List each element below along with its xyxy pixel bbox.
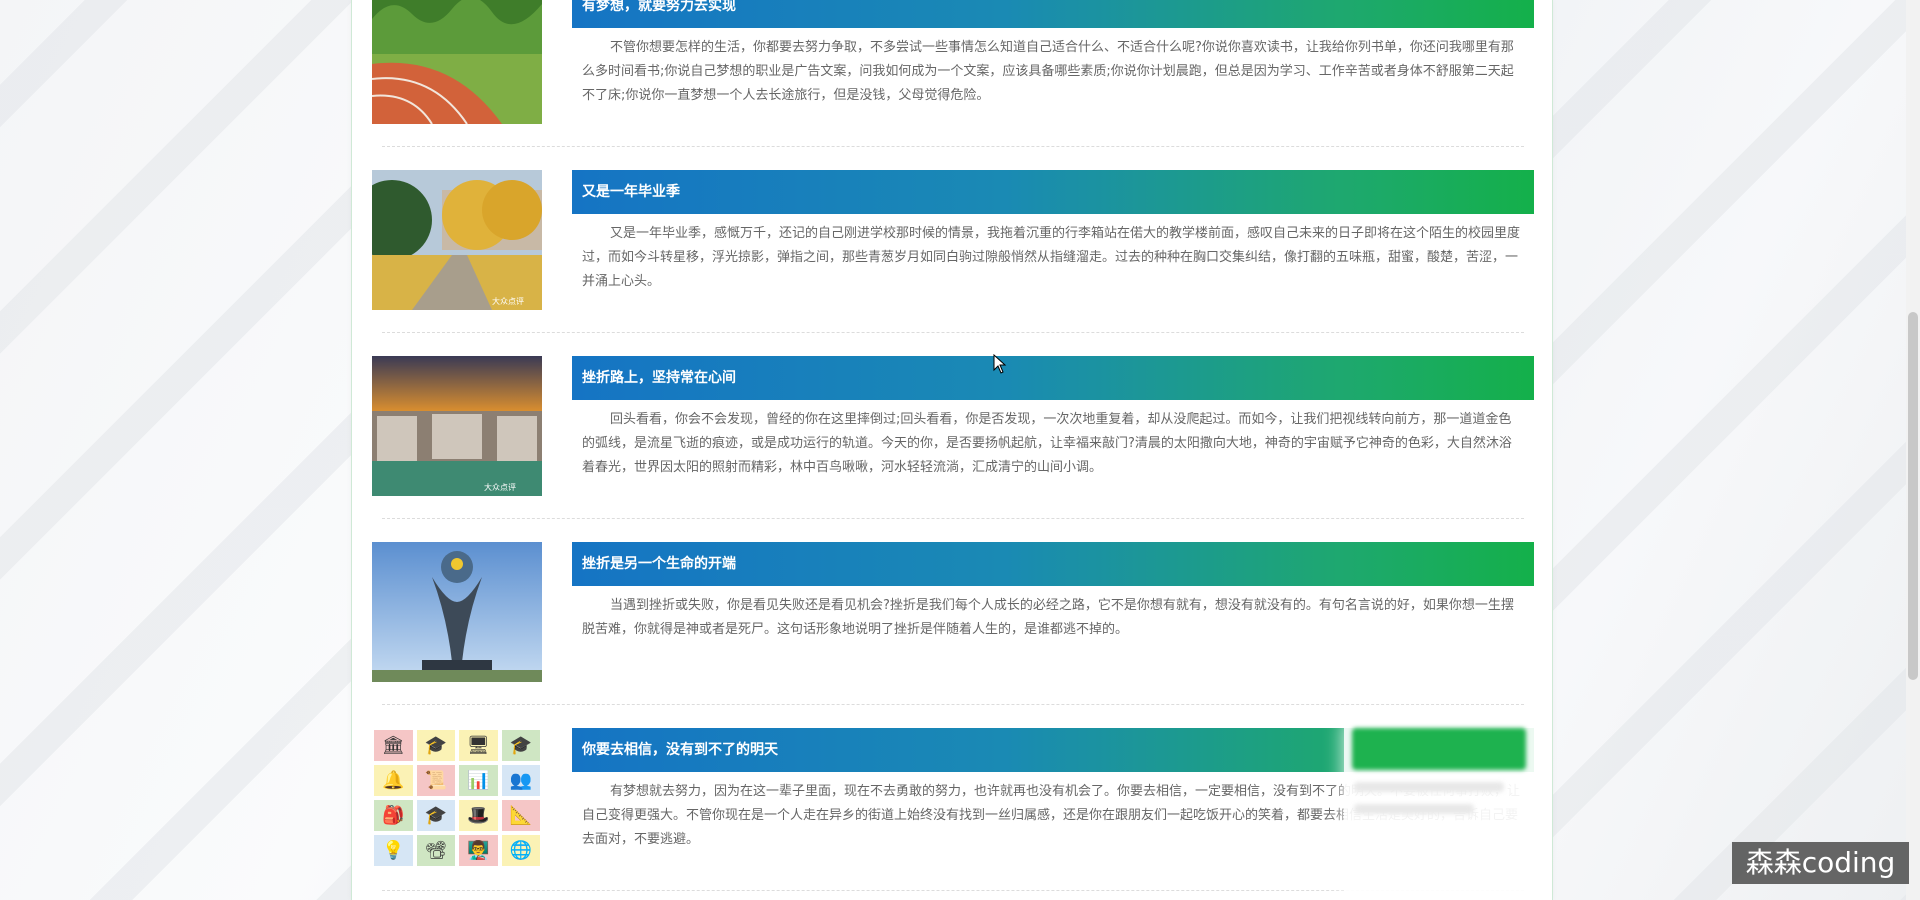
floating-popup[interactable] bbox=[1344, 720, 1534, 900]
article-summary: 回头看看，你会不会发现，曾经的你在这里摔倒过;回头看看，你是否发现，一次次地重复… bbox=[582, 412, 1512, 475]
students-icon: 👥 bbox=[501, 765, 540, 796]
popup-line bbox=[1354, 804, 1474, 814]
article-title[interactable]: 又是一年毕业季 bbox=[572, 170, 1534, 214]
teacher-icon: 👨‍🏫 bbox=[459, 835, 498, 866]
article-thumbnail[interactable] bbox=[372, 0, 542, 124]
photo-watermark: 大众点评 bbox=[484, 482, 516, 492]
campus-sunset-photo: 大众点评 bbox=[372, 356, 542, 496]
bell-icon: 🔔 bbox=[374, 765, 413, 796]
sculpture-photo bbox=[372, 542, 542, 682]
school-bag-icon: 🎒 bbox=[374, 800, 413, 831]
graduate-icon: 🎓 bbox=[501, 730, 540, 761]
presentation-icon: 🖥 bbox=[459, 730, 498, 761]
globe-icon: 🌐 bbox=[501, 835, 540, 866]
lamp-icon: 💡 bbox=[374, 835, 413, 866]
bank-icon: 🏛 bbox=[374, 730, 413, 761]
running-track-photo bbox=[372, 0, 542, 124]
cap-icon: 🎓 bbox=[416, 800, 455, 831]
article-summary: 不管你想要怎样的生活，你都要去努力争取，不多尝试一些事情怎么知道自己适合什么、不… bbox=[582, 40, 1514, 103]
article-item: 挫折是另一个生命的开端 当遇到挫折或失败，你是看见失败还是看见机会?挫折是我们每… bbox=[372, 542, 1534, 682]
article-thumbnail[interactable] bbox=[372, 542, 542, 682]
certificate-icon: 📜 bbox=[416, 765, 455, 796]
article-title[interactable]: 挫折路上，坚持常在心间 bbox=[572, 356, 1534, 400]
article-thumbnail[interactable]: 大众点评 bbox=[372, 170, 542, 310]
article-thumbnail[interactable]: 🏛 🎓 🖥 🎓 🔔 📜 📊 👥 🎒 🎓 🎩 📐 💡 📽 👨‍🏫 🌐 bbox=[372, 728, 542, 868]
popup-button[interactable] bbox=[1352, 728, 1526, 770]
article-divider bbox=[382, 518, 1524, 519]
chart-icon: 📊 bbox=[459, 765, 498, 796]
article-item: 大众点评 又是一年毕业季 又是一年毕业季，感慨万千，还记的自己刚进学校那时候的情… bbox=[372, 170, 1534, 310]
video-watermark: 森森coding bbox=[1732, 842, 1909, 884]
article-summary: 当遇到挫折或失败，你是看见失败还是看见机会?挫折是我们每个人成长的必经之路，它不… bbox=[582, 598, 1514, 637]
scrollbar-thumb[interactable] bbox=[1908, 312, 1918, 680]
article-title[interactable]: 挫折是另一个生命的开端 bbox=[572, 542, 1534, 586]
graduation-cap-icon: 🎓 bbox=[416, 730, 455, 761]
campus-autumn-photo: 大众点评 bbox=[372, 170, 542, 310]
projector-icon: 📽 bbox=[416, 835, 455, 866]
article-item: 大众点评 挫折路上，坚持常在心间 回头看看，你会不会发现，曾经的你在这里摔倒过;… bbox=[372, 356, 1534, 496]
compass-icon: 📐 bbox=[501, 800, 540, 831]
vertical-scrollbar[interactable] bbox=[1906, 0, 1920, 900]
article-divider bbox=[382, 332, 1524, 333]
hat-icon: 🎩 bbox=[459, 800, 498, 831]
article-title[interactable]: 有梦想，就要努力去实现 bbox=[572, 0, 1534, 28]
mouse-cursor-icon bbox=[993, 354, 1007, 374]
photo-watermark: 大众点评 bbox=[492, 296, 524, 306]
popup-line bbox=[1354, 782, 1504, 792]
article-item: 有梦想，就要努力去实现 不管你想要怎样的生活，你都要去努力争取，不多尝试一些事情… bbox=[372, 0, 1534, 124]
education-icon-grid: 🏛 🎓 🖥 🎓 🔔 📜 📊 👥 🎒 🎓 🎩 📐 💡 📽 👨‍🏫 🌐 bbox=[372, 728, 542, 868]
article-divider bbox=[382, 704, 1524, 705]
article-divider bbox=[382, 146, 1524, 147]
article-thumbnail[interactable]: 大众点评 bbox=[372, 356, 542, 496]
article-summary: 又是一年毕业季，感慨万千，还记的自己刚进学校那时候的情景，我拖着沉重的行李箱站在… bbox=[582, 226, 1521, 289]
